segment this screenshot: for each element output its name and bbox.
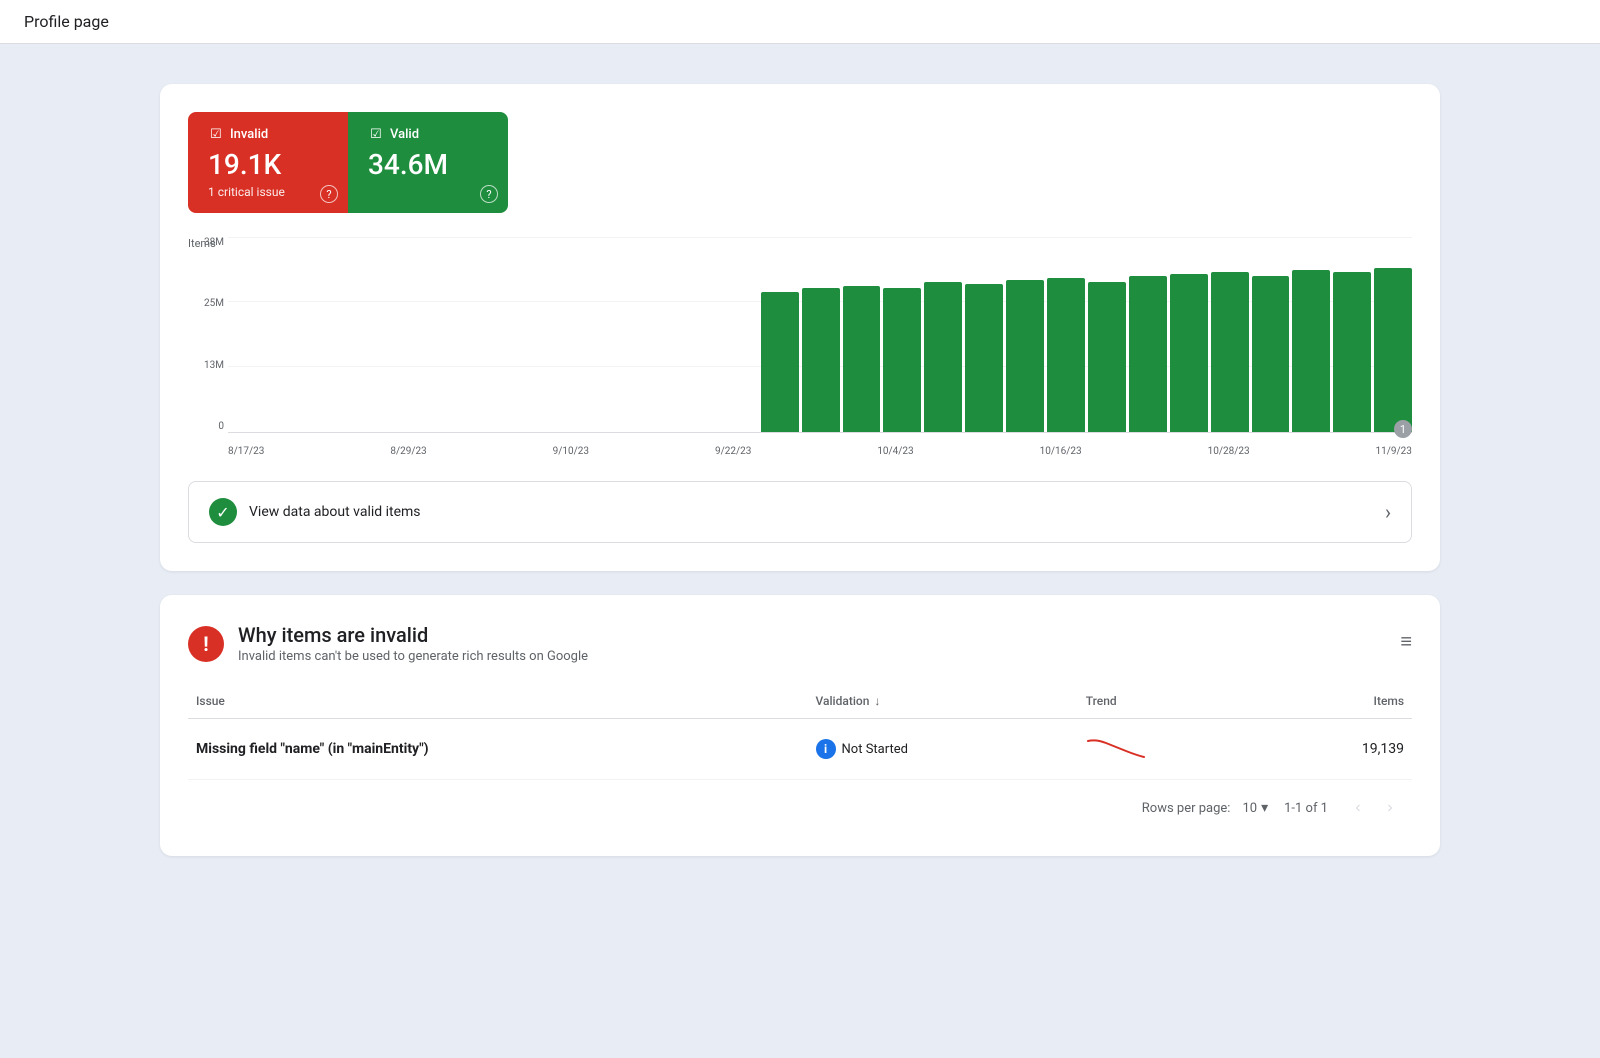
col-validation[interactable]: Validation ↓ [808,684,1078,719]
x-label-2: 8/29/23 [390,446,426,457]
bar-2 [802,288,840,432]
valid-check-icon: ✓ [209,498,237,526]
card2-title-row: ! Why items are invalid Invalid items ca… [188,623,588,664]
page-range: 1-1 of 1 [1284,801,1328,816]
x-label-1: 8/17/23 [228,446,264,457]
x-label-5: 10/4/23 [877,446,913,457]
stats-row: ☑ Invalid 19.1K 1 critical issue ? ☑ Val… [188,112,508,213]
y-label-38m: 38M [188,237,224,248]
bars-area [761,237,1412,432]
chart-area: 38M 25M 13M 0 [228,237,1412,433]
view-data-left: ✓ View data about valid items [209,498,421,526]
x-label-8: 11/9/23 [1376,446,1412,457]
y-label-13m: 13M [188,360,224,371]
invalid-label: ☑ Invalid [208,126,328,142]
bar-9 [1088,282,1126,432]
table-header-row: Issue Validation ↓ Trend Items [188,684,1412,719]
valid-help-icon[interactable]: ? [480,185,498,203]
chart-container: Items 38M 25M 13M 0 [188,237,1412,457]
table-row: Missing field "name" (in "mainEntity") i… [188,719,1412,780]
page-nav: ‹ › [1344,794,1404,822]
x-label-3: 9/10/23 [553,446,589,457]
invalid-help-icon[interactable]: ? [320,185,338,203]
bar-11 [1170,274,1208,432]
issue-cell: Missing field "name" (in "mainEntity") [188,719,808,780]
stats-chart-card: ☑ Invalid 19.1K 1 critical issue ? ☑ Val… [160,84,1440,571]
error-icon: ! [188,626,224,662]
x-label-6: 10/16/23 [1040,446,1082,457]
invalid-stat[interactable]: ☑ Invalid 19.1K 1 critical issue ? [188,112,348,213]
bar-7 [1006,280,1044,432]
bar-8 [1047,278,1085,432]
bar-15 [1333,272,1371,432]
prev-page-button[interactable]: ‹ [1344,794,1372,822]
bar-12 [1211,272,1249,432]
page-header: Profile page [0,0,1600,44]
not-started-text: Not Started [842,742,908,757]
y-axis-labels: 38M 25M 13M 0 [188,237,224,432]
view-data-link[interactable]: ✓ View data about valid items › [188,481,1412,543]
bar-3 [843,286,881,432]
chart-badge: 1 [1394,420,1412,438]
why-invalid-card: ! Why items are invalid Invalid items ca… [160,595,1440,856]
validation-cell: i Not Started [808,719,1078,780]
items-cell: 19,139 [1267,719,1412,780]
y-label-25m: 25M [188,298,224,309]
invalid-value: 19.1K [208,148,328,181]
col-issue: Issue [188,684,808,719]
sort-arrow-icon: ↓ [874,694,880,708]
y-label-0: 0 [188,421,224,432]
why-invalid-subtitle: Invalid items can't be used to generate … [238,649,588,664]
rows-per-page-value: 10 [1242,801,1257,816]
trend-cell [1078,719,1267,780]
invalid-sub: 1 critical issue [208,185,328,199]
valid-stat[interactable]: ☑ Valid 34.6M ? [348,112,508,213]
chevron-right-icon: › [1385,500,1391,524]
rows-dropdown[interactable]: 10 ▾ [1234,800,1268,816]
pagination: Rows per page: 10 ▾ 1-1 of 1 ‹ › [188,780,1412,828]
valid-label: ☑ Valid [368,126,488,142]
bar-16 [1374,268,1412,432]
why-invalid-title: Why items are invalid [238,623,588,647]
bar-1 [761,292,799,432]
x-label-7: 10/28/23 [1208,446,1250,457]
invalid-checkbox-icon: ☑ [208,126,224,142]
bar-13 [1252,276,1290,432]
valid-value: 34.6M [368,148,488,181]
filter-icon[interactable]: ≡ [1400,629,1412,654]
bar-4 [883,288,921,432]
issues-table: Issue Validation ↓ Trend Items Missing f… [188,684,1412,780]
x-axis: 8/17/23 8/29/23 9/10/23 9/22/23 10/4/23 … [228,446,1412,457]
not-started-badge: i Not Started [816,739,908,759]
bar-6 [965,284,1003,432]
bar-10 [1129,276,1167,432]
bar-5 [924,282,962,432]
trend-sparkline [1086,733,1146,761]
rows-per-page-label: Rows per page: [1142,801,1231,816]
not-started-icon: i [816,739,836,759]
issue-text: Missing field "name" (in "mainEntity") [196,741,429,757]
col-trend: Trend [1078,684,1267,719]
page-title: Profile page [24,12,109,31]
valid-checkbox-icon: ☑ [368,126,384,142]
x-label-4: 9/22/23 [715,446,751,457]
bar-14 [1292,270,1330,432]
view-data-text: View data about valid items [249,504,421,520]
col-items: Items [1267,684,1412,719]
rows-per-page: Rows per page: 10 ▾ [1142,800,1268,816]
dropdown-arrow-icon: ▾ [1261,800,1268,816]
card2-header: ! Why items are invalid Invalid items ca… [188,623,1412,664]
next-page-button[interactable]: › [1376,794,1404,822]
card2-titles: Why items are invalid Invalid items can'… [238,623,588,664]
